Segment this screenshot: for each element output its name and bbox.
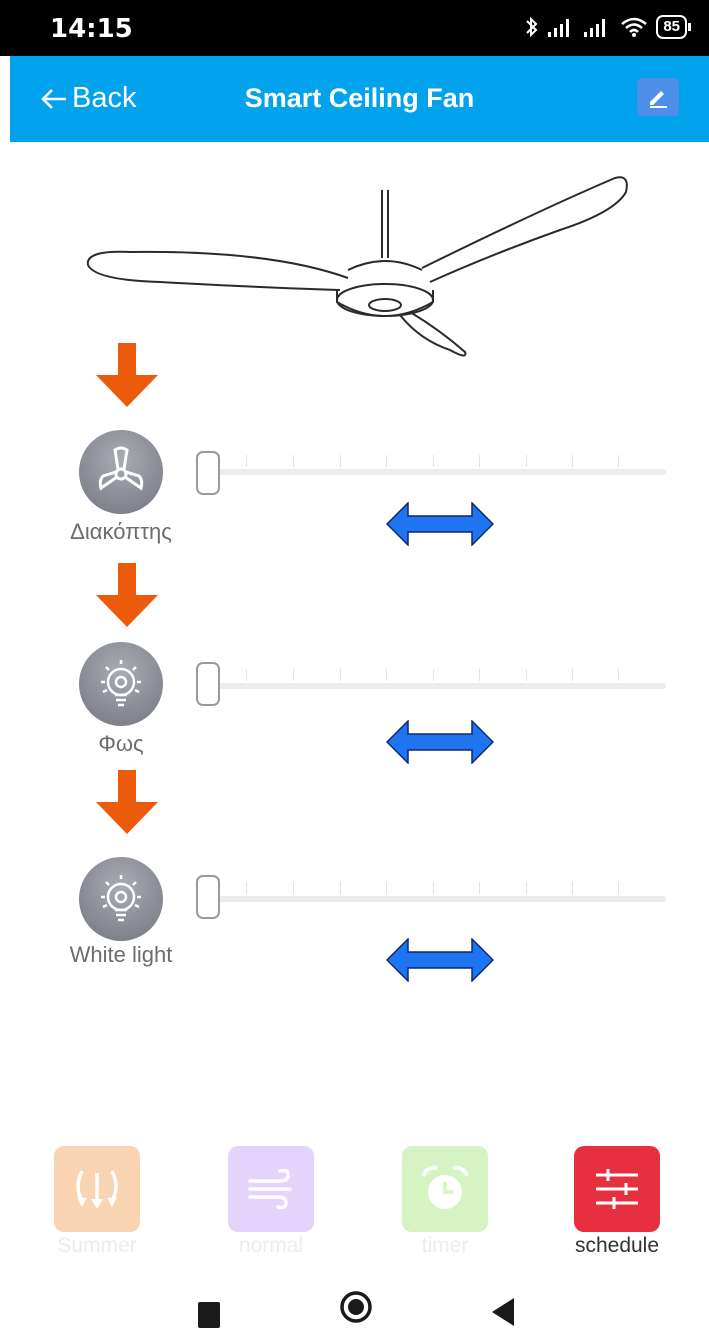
timer-label: timer: [421, 1234, 469, 1257]
slider-thumb[interactable]: [196, 662, 220, 706]
white-light-label: White light: [69, 942, 173, 967]
schedule-button[interactable]: [574, 1146, 660, 1232]
white-light-icon-button[interactable]: [79, 857, 163, 941]
switch-label: Διακόπτης: [70, 519, 172, 544]
summer-button[interactable]: [54, 1146, 140, 1232]
summer-label: Summer: [57, 1234, 137, 1257]
orange-down-arrow-2: [96, 563, 158, 627]
recents-square-icon[interactable]: [196, 1300, 222, 1328]
status-bar: 14:15 85: [0, 0, 709, 56]
bulb-icon: [101, 660, 141, 707]
light-label: Φως: [98, 731, 144, 756]
blue-double-arrow-3: [386, 938, 494, 982]
slider-track: [208, 469, 666, 475]
signal-icon: [548, 19, 570, 37]
wifi-icon: [621, 17, 648, 37]
schedule-label: schedule: [574, 1234, 660, 1257]
orange-down-arrow-3: [96, 770, 158, 834]
normal-button[interactable]: [228, 1146, 314, 1232]
sliders-icon: [596, 1169, 638, 1209]
normal-label: normal: [238, 1234, 304, 1257]
pencil-icon: [650, 91, 667, 108]
slider-ticks: [208, 455, 666, 467]
light-icon-button[interactable]: [79, 642, 163, 726]
bulb-icon: [101, 875, 141, 922]
blue-double-arrow-1: [386, 502, 494, 546]
edit-button[interactable]: [637, 78, 679, 116]
orange-down-arrow-1: [96, 343, 158, 407]
home-circle-icon[interactable]: [339, 1290, 373, 1324]
ceiling-fan-illustration: [86, 176, 628, 357]
bluetooth-icon: [526, 16, 538, 38]
slider-ticks: [208, 882, 666, 894]
alarm-clock-icon: [421, 1165, 469, 1209]
system-nav-bar: [0, 1290, 709, 1328]
slider-track: [208, 896, 666, 902]
slider-thumb[interactable]: [196, 451, 220, 495]
slider-thumb[interactable]: [196, 875, 220, 919]
slider-ticks: [208, 669, 666, 681]
status-icons: 85: [524, 12, 691, 42]
fan-switch-icon-button[interactable]: [79, 430, 163, 514]
app-bar: Back Smart Ceiling Fan: [10, 56, 709, 142]
wind-icon: [248, 1168, 292, 1210]
back-triangle-icon[interactable]: [490, 1296, 516, 1328]
blue-double-arrow-2: [386, 720, 494, 764]
summer-arrows-icon: [76, 1170, 118, 1209]
signal-icon: [584, 19, 606, 37]
slider-track: [208, 683, 666, 689]
battery-icon: 85: [656, 15, 691, 39]
fan-icon: [98, 446, 144, 491]
timer-button[interactable]: [402, 1146, 488, 1232]
page-title: Smart Ceiling Fan: [244, 83, 475, 113]
status-time: 14:15: [50, 14, 133, 44]
